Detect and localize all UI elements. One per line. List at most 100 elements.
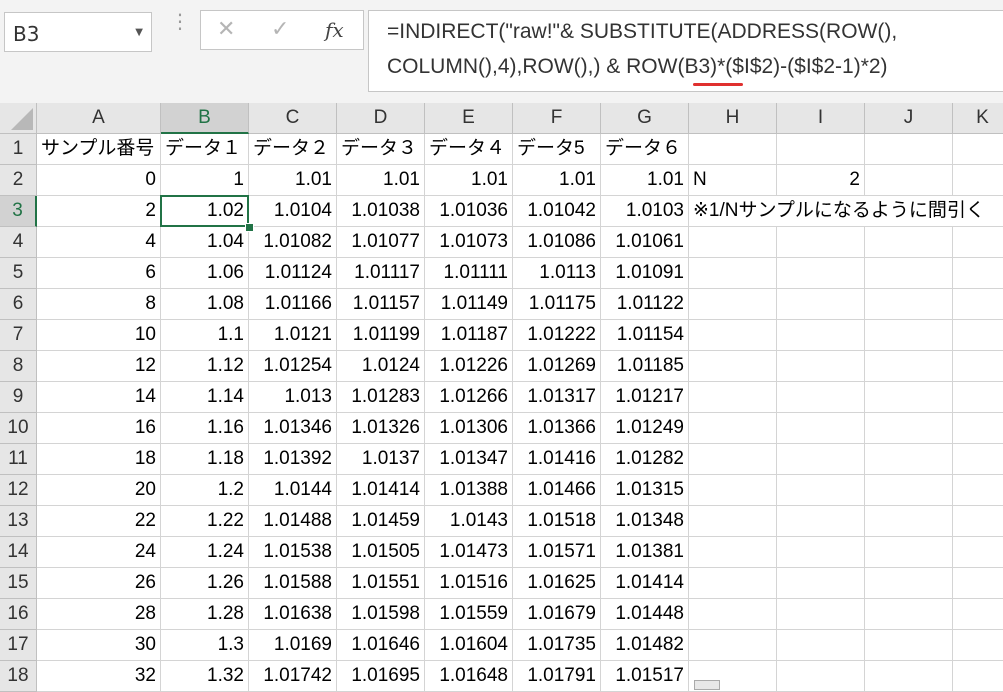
empty-cell[interactable] (865, 661, 953, 692)
data-cell[interactable]: 1.0137 (337, 444, 425, 475)
close-icon[interactable]: ✕ (217, 17, 235, 42)
empty-cell[interactable] (865, 630, 953, 661)
data-cell[interactable]: 1.3 (161, 630, 249, 661)
row-header-10[interactable]: 10 (0, 413, 37, 444)
data-cell[interactable]: 1.01185 (601, 351, 689, 382)
row-header-18[interactable]: 18 (0, 661, 37, 692)
data-cell[interactable]: 1.12 (161, 351, 249, 382)
empty-cell[interactable] (689, 351, 777, 382)
header-cell[interactable]: データ４ (425, 134, 513, 165)
data-cell[interactable]: 1.01598 (337, 599, 425, 630)
data-cell[interactable]: 8 (37, 289, 161, 320)
data-cell[interactable]: 1.01604 (425, 630, 513, 661)
row-header-15[interactable]: 15 (0, 568, 37, 599)
data-cell[interactable]: 1.01077 (337, 227, 425, 258)
column-header-h[interactable]: H (689, 103, 777, 134)
row-header-7[interactable]: 7 (0, 320, 37, 351)
empty-cell[interactable] (777, 258, 865, 289)
data-cell[interactable]: 1.01154 (601, 320, 689, 351)
empty-cell[interactable] (777, 413, 865, 444)
empty-cell[interactable] (777, 351, 865, 382)
row-header-16[interactable]: 16 (0, 599, 37, 630)
data-cell[interactable]: 1.01505 (337, 537, 425, 568)
data-cell[interactable]: 1.04 (161, 227, 249, 258)
data-cell[interactable]: 1.01249 (601, 413, 689, 444)
formula-input[interactable]: =INDIRECT("raw!"& SUBSTITUTE(ADDRESS(ROW… (368, 10, 1003, 92)
fill-handle[interactable] (245, 223, 254, 232)
empty-cell[interactable] (865, 382, 953, 413)
data-cell[interactable]: 24 (37, 537, 161, 568)
data-cell[interactable]: 26 (37, 568, 161, 599)
empty-cell[interactable] (777, 289, 865, 320)
row-header-4[interactable]: 4 (0, 227, 37, 258)
data-cell[interactable]: 1.01571 (513, 537, 601, 568)
data-cell[interactable]: 1.01038 (337, 196, 425, 227)
data-cell[interactable]: 1.0104 (249, 196, 337, 227)
data-cell[interactable]: 1.01283 (337, 382, 425, 413)
data-cell[interactable]: 1.01625 (513, 568, 601, 599)
empty-cell[interactable] (953, 599, 1003, 630)
empty-cell[interactable] (953, 630, 1003, 661)
empty-cell[interactable] (865, 258, 953, 289)
data-cell[interactable]: 1.01516 (425, 568, 513, 599)
empty-cell[interactable] (953, 506, 1003, 537)
data-cell[interactable]: 1.0143 (425, 506, 513, 537)
data-cell[interactable]: 1.01414 (337, 475, 425, 506)
data-cell[interactable]: 1.01791 (513, 661, 601, 692)
data-cell[interactable]: 1.01326 (337, 413, 425, 444)
data-cell[interactable]: 1.08 (161, 289, 249, 320)
data-cell[interactable]: 1.01315 (601, 475, 689, 506)
empty-cell[interactable] (777, 134, 865, 165)
empty-cell[interactable] (689, 382, 777, 413)
data-cell[interactable]: 1.01735 (513, 630, 601, 661)
column-header-k[interactable]: K (953, 103, 1003, 134)
empty-cell[interactable] (689, 537, 777, 568)
data-cell[interactable]: 1.01111 (425, 258, 513, 289)
empty-cell[interactable] (865, 537, 953, 568)
data-cell[interactable]: 1.0169 (249, 630, 337, 661)
data-cell[interactable]: 1.01222 (513, 320, 601, 351)
empty-cell[interactable] (689, 444, 777, 475)
empty-cell[interactable] (865, 134, 953, 165)
data-cell[interactable]: 1 (161, 165, 249, 196)
empty-cell[interactable] (777, 382, 865, 413)
data-cell[interactable]: 32 (37, 661, 161, 692)
data-cell[interactable]: 1.01117 (337, 258, 425, 289)
row-header-3[interactable]: 3 (0, 196, 37, 227)
data-cell[interactable]: 1.01448 (601, 599, 689, 630)
empty-cell[interactable] (953, 258, 1003, 289)
empty-cell[interactable] (865, 506, 953, 537)
data-cell[interactable]: 1.01 (513, 165, 601, 196)
row-header-9[interactable]: 9 (0, 382, 37, 413)
empty-cell[interactable] (777, 599, 865, 630)
empty-cell[interactable] (953, 165, 1003, 196)
data-cell[interactable]: 1.01124 (249, 258, 337, 289)
empty-cell[interactable] (865, 165, 953, 196)
data-cell[interactable]: 1.01086 (513, 227, 601, 258)
data-cell[interactable]: 1.01 (337, 165, 425, 196)
data-cell[interactable]: 1.01518 (513, 506, 601, 537)
header-cell[interactable]: データ5 (513, 134, 601, 165)
empty-cell[interactable] (777, 506, 865, 537)
data-cell[interactable]: 1.01588 (249, 568, 337, 599)
empty-cell[interactable] (689, 475, 777, 506)
data-cell[interactable]: 18 (37, 444, 161, 475)
data-cell[interactable]: 2 (37, 196, 161, 227)
data-cell[interactable]: 20 (37, 475, 161, 506)
data-cell[interactable]: 1.01175 (513, 289, 601, 320)
data-cell[interactable]: 1.0121 (249, 320, 337, 351)
data-cell[interactable]: 1.01306 (425, 413, 513, 444)
empty-cell[interactable] (953, 134, 1003, 165)
data-cell[interactable]: 1.01482 (601, 630, 689, 661)
data-cell[interactable]: 1.01679 (513, 599, 601, 630)
empty-cell[interactable] (689, 568, 777, 599)
data-cell[interactable]: 1.01517 (601, 661, 689, 692)
header-cell[interactable]: サンプル番号 (37, 134, 161, 165)
label-cell-n[interactable]: N (689, 165, 777, 196)
empty-cell[interactable] (953, 351, 1003, 382)
empty-cell[interactable] (689, 134, 777, 165)
empty-cell[interactable] (953, 475, 1003, 506)
data-cell[interactable]: 1.2 (161, 475, 249, 506)
data-cell[interactable]: 1.1 (161, 320, 249, 351)
data-cell[interactable]: 1.01466 (513, 475, 601, 506)
